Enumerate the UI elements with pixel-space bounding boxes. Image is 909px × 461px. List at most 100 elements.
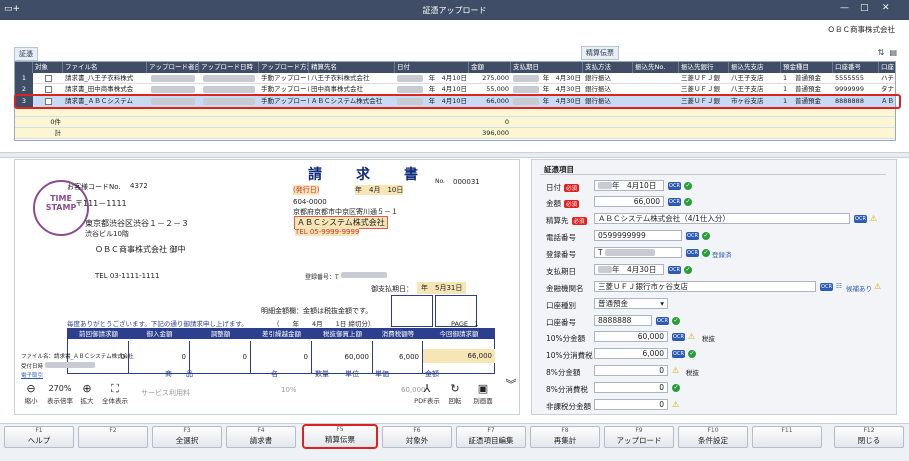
f9-upload-button[interactable]: F9 アップロード xyxy=(604,426,674,448)
f5-voucher-button[interactable]: F5 精算伝票 xyxy=(302,424,378,449)
grid-header-col[interactable]: 支払期日 xyxy=(511,62,583,73)
fit-page-button[interactable]: ⛶ 全体表示 xyxy=(101,382,129,405)
minimize-icon[interactable]: — xyxy=(840,3,849,13)
collapse-toolbar-button[interactable]: ︾ xyxy=(505,378,517,391)
rotate-button[interactable]: ↻ 回転 xyxy=(445,382,465,405)
tax8-tax-field[interactable]: 0 xyxy=(594,382,668,393)
sort-icon[interactable]: ⇅ xyxy=(878,48,885,57)
grid-header-col[interactable]: 対象 xyxy=(33,62,63,73)
grid-header-col[interactable]: アップロード方法 xyxy=(259,62,309,73)
grid-label-voucher: 精算伝票 xyxy=(581,46,619,60)
due-field[interactable]: 年 4月30日 xyxy=(594,264,664,275)
count-label: 0件 xyxy=(50,118,61,126)
grid-header-col[interactable]: 振込先No. xyxy=(633,62,679,73)
list-view-icon[interactable]: ▤ xyxy=(889,48,897,57)
f10-condition-button[interactable]: F10 条件設定 xyxy=(678,426,748,448)
date-field[interactable]: 年 4月10日 xyxy=(594,180,664,191)
nontax-label: 非課税分金額 xyxy=(546,402,591,411)
sender-zip: 604-0000 xyxy=(293,198,327,206)
candidates-link[interactable]: 候補あり xyxy=(846,283,872,293)
row-checkbox[interactable] xyxy=(44,74,52,82)
zoom-level[interactable]: 270% 表示倍率 xyxy=(43,382,77,405)
f11-button[interactable]: F11 xyxy=(752,426,822,448)
goods-col-price: 単価 xyxy=(375,370,389,378)
cell-file: 請求書_八王子衣料株式 xyxy=(65,74,134,82)
invoice-no: 000031 xyxy=(453,178,480,186)
close-icon[interactable]: ✕ xyxy=(882,3,890,13)
masked-value xyxy=(397,86,423,93)
pdf-view-button[interactable]: ⅄ PDF表示 xyxy=(413,382,441,405)
ocr-badge: OCR xyxy=(672,333,685,341)
f7-edit-items-button[interactable]: F7 証憑項目編集 xyxy=(456,426,526,448)
grid-label: 証憑 xyxy=(14,47,38,61)
grid-header-col[interactable]: アップロード者氏 xyxy=(147,62,199,73)
phone-field[interactable]: 0599999999 xyxy=(594,230,682,241)
masked-value xyxy=(513,86,539,93)
f1-help-button[interactable]: F1 ヘルプ xyxy=(4,426,74,448)
tax-excluded-label: 税抜 xyxy=(686,369,699,377)
electronic-trade-link[interactable]: 電子取引 xyxy=(21,371,43,379)
masked-value xyxy=(513,75,539,82)
f6-exclude-button[interactable]: F6 対象外 xyxy=(382,426,452,448)
grid-header-col[interactable]: 日付 xyxy=(395,62,469,73)
grid-header-col[interactable]: 精算先名 xyxy=(309,62,395,73)
grid-header-col[interactable]: 支払方法 xyxy=(583,62,633,73)
divider xyxy=(540,174,886,175)
check-icon: ✓ xyxy=(688,350,696,358)
masked-value xyxy=(45,362,95,368)
account-no-field[interactable]: 8888888 xyxy=(594,315,652,326)
company-name: ＯＢＣ商事株式会社 xyxy=(827,25,896,34)
list-icon[interactable]: ☷ xyxy=(836,282,842,290)
rotate-icon: ↻ xyxy=(450,382,460,395)
row-checkbox[interactable] xyxy=(44,85,52,93)
fit-page-icon: ⛶ xyxy=(111,382,119,395)
grid-header-col[interactable]: 金額 xyxy=(469,62,511,73)
grid-header-col[interactable]: 振込先銀行 xyxy=(679,62,729,73)
warning-icon: ⚠ xyxy=(874,282,882,291)
nontax-field[interactable]: 0 xyxy=(594,399,668,410)
total-value: 396,000 xyxy=(482,129,509,137)
f8-recalc-button[interactable]: F8 再集計 xyxy=(530,426,600,448)
amount-field[interactable]: 66,000 xyxy=(594,196,664,207)
grid-header-col[interactable]: 預金種目 xyxy=(781,62,833,73)
grid-header-col[interactable]: 口座番号 xyxy=(833,62,879,73)
voucher-fields-panel: 証憑項目 日付 必須 年 4月10日 OCR ✓ 金額 必須 66,000 OCR … xyxy=(531,159,897,415)
count-row: 0件 0 xyxy=(15,117,895,128)
th-adjust: 調整額 xyxy=(190,329,251,339)
ocr-badge: OCR xyxy=(672,350,685,358)
f3-select-all-button[interactable]: F3 全選択 xyxy=(152,426,222,448)
tax10-amount-field[interactable]: 60,000 xyxy=(594,331,668,342)
grid-header-col[interactable]: 振込先支店 xyxy=(729,62,781,73)
payee-field[interactable]: ＡＢＣシステム株式会社（4/1仕入分） xyxy=(594,213,850,224)
account-kind-select[interactable]: 普通預金 ▾ xyxy=(594,298,668,309)
table-row[interactable]: 1 請求書_八王子衣料株式 手動アップロード 八王子衣料株式会社 年 4月10日… xyxy=(15,73,895,84)
invoice-summary-table: 前回御請求額 御入金額 調整額 差引繰越金額 税抜御買上額 消費税額等 今回御請… xyxy=(67,328,495,374)
grid-header-col[interactable]: 口座 xyxy=(879,62,895,73)
check-icon: ✓ xyxy=(702,232,710,240)
zoom-in-button[interactable]: ⊕ 拡大 xyxy=(77,382,97,405)
tax8-amount-field[interactable]: 0 xyxy=(594,365,668,376)
warning-icon: ⚠ xyxy=(870,214,878,223)
bank-field[interactable]: 三菱ＵＦＪ銀行市ヶ谷支店 xyxy=(594,281,816,292)
selected-row-highlight xyxy=(14,94,901,109)
f2-button[interactable]: F2 xyxy=(78,426,148,448)
amount-label: 金額 必須 xyxy=(546,199,580,208)
tax8-amount-label: 8%分金額 xyxy=(546,368,581,377)
new-window-button[interactable]: ▣ 別画面 xyxy=(469,382,497,405)
registration-field[interactable]: T xyxy=(594,247,682,258)
pane-splitter[interactable] xyxy=(0,152,909,158)
customer-name: ＯＢＣ商事株式会社 御中 xyxy=(95,245,186,254)
f4-invoice-button[interactable]: F4 請求書 xyxy=(226,426,296,448)
maximize-icon[interactable]: □ xyxy=(860,3,869,13)
registered-link[interactable]: 登録済 xyxy=(712,249,732,259)
check-icon: ✓ xyxy=(672,384,680,392)
grid-header-col[interactable]: アップロード日時 xyxy=(199,62,259,73)
zoom-out-button[interactable]: ⊖ 縮小 xyxy=(21,382,41,405)
grid-header-col[interactable]: ファイル名 xyxy=(63,62,147,73)
f12-close-button[interactable]: F12 閉じる xyxy=(834,426,904,448)
function-key-bar: F1 ヘルプ F2 F3 全選択 F4 請求書 F5 精算伝票 F6 対象外 F7 証憑項目… xyxy=(0,423,909,461)
tax10-tax-field[interactable]: 6,000 xyxy=(594,348,668,359)
new-window-icon: ▣ xyxy=(477,382,489,395)
masked-value xyxy=(397,75,423,82)
masked-value xyxy=(203,86,255,93)
